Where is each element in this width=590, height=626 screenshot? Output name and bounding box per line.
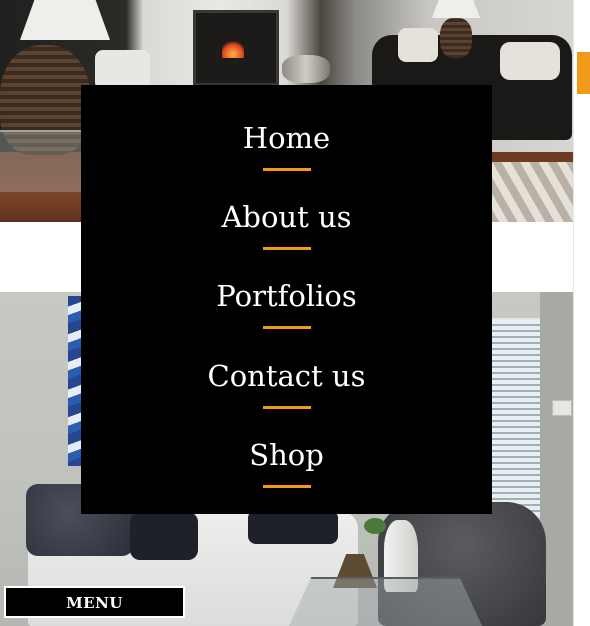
nav-item-home: Home [81, 85, 492, 171]
photo-pillow [500, 42, 560, 80]
photo-cushion [248, 510, 338, 544]
nav-link-portfolios[interactable]: Portfolios [216, 278, 356, 314]
photo-sofa [95, 50, 150, 90]
photo-vases [282, 55, 330, 83]
nav-item-shop: Shop [81, 402, 492, 488]
nav-link-shop[interactable]: Shop [249, 437, 324, 473]
scrollbar-thumb[interactable] [577, 52, 590, 94]
photo-cushion [130, 512, 198, 560]
nav-link-contact[interactable]: Contact us [208, 358, 366, 394]
photo-fire [222, 40, 244, 58]
photo-glass-table [0, 130, 85, 192]
photo-window-blinds [490, 318, 542, 518]
page-scrollbar[interactable] [573, 0, 590, 626]
photo-outlet [552, 400, 572, 416]
nav-link-home[interactable]: Home [243, 120, 330, 156]
photo-lamp-base [440, 18, 472, 58]
main-navigation-overlay: Home About us Portfolios Contact us Shop [81, 85, 492, 514]
photo-plant [364, 518, 386, 534]
nav-underline [262, 485, 311, 488]
menu-toggle-button[interactable]: MENU [4, 586, 185, 618]
photo-pillow [398, 28, 438, 62]
photo-coffee-table [288, 577, 483, 626]
nav-item-about: About us [81, 164, 492, 250]
nav-link-about[interactable]: About us [221, 199, 351, 235]
photo-lamp-shade [20, 0, 110, 40]
nav-item-contact: Contact us [81, 323, 492, 409]
nav-item-portfolios: Portfolios [81, 243, 492, 329]
photo-lamp-shade [432, 0, 480, 18]
